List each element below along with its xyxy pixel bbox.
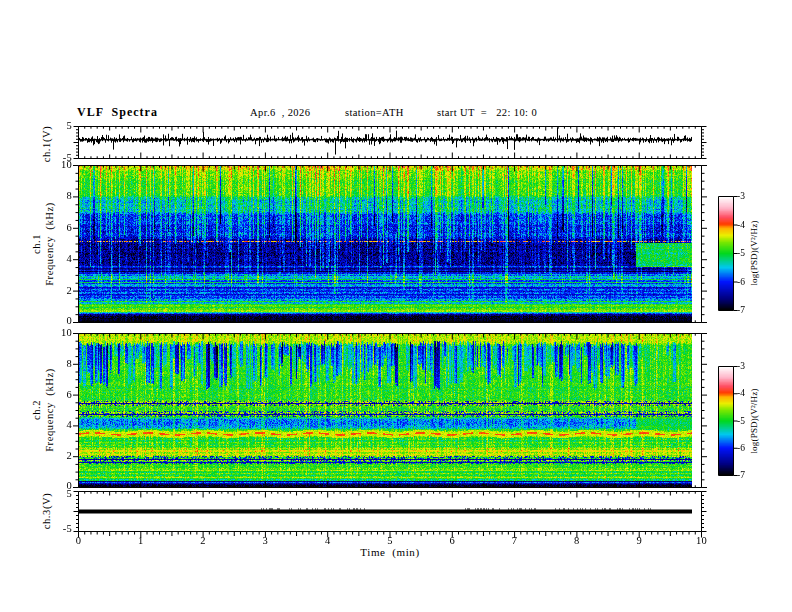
y-tick-label: 0 xyxy=(44,315,72,326)
axes-and-ticks xyxy=(0,0,792,612)
x-tick-label: 9 xyxy=(627,535,651,546)
colorbar2-tick-label: -7 xyxy=(737,470,745,480)
y-tick-label: -5 xyxy=(44,523,72,534)
colorbar1-tick-label: -5 xyxy=(737,248,745,258)
x-tick-label: 10 xyxy=(690,535,714,546)
y-tick-label: 8 xyxy=(44,190,72,201)
x-tick-label: 4 xyxy=(316,535,340,546)
y-tick-label: 5 xyxy=(44,120,72,131)
colorbar1-tick-label: -6 xyxy=(737,277,745,287)
vlf-spectra-figure: VLF Spectra Apr.6 , 2026 station=ATH sta… xyxy=(0,0,792,612)
y-tick-label: 10 xyxy=(44,327,72,338)
colorbar1-tick-label: -7 xyxy=(737,305,745,315)
colorbar2-tick-label: -5 xyxy=(737,416,745,426)
y-tick-label: 4 xyxy=(44,419,72,430)
x-tick-label: 6 xyxy=(440,535,464,546)
y-tick-label: 8 xyxy=(44,358,72,369)
x-tick-label: 8 xyxy=(565,535,589,546)
y-tick-label: 6 xyxy=(44,389,72,400)
y-tick-label: 4 xyxy=(44,253,72,264)
y-tick-label: -5 xyxy=(44,152,72,163)
y-tick-label: 6 xyxy=(44,222,72,233)
colorbar2-tick-label: -4 xyxy=(737,388,745,398)
y-tick-label: 5 xyxy=(44,488,72,499)
x-tick-label: 2 xyxy=(191,535,215,546)
x-tick-label: 0 xyxy=(67,535,91,546)
x-tick-label: 3 xyxy=(253,535,277,546)
y-tick-label: 2 xyxy=(44,450,72,461)
colorbar1-tick-label: -4 xyxy=(737,220,745,230)
tick-marks xyxy=(73,127,738,538)
colorbar2-tick-label: -6 xyxy=(737,443,745,453)
x-tick-label: 7 xyxy=(503,535,527,546)
colorbar2-tick-label: -3 xyxy=(737,361,745,371)
x-tick-label: 5 xyxy=(378,535,402,546)
colorbar1-tick-label: -3 xyxy=(737,191,745,201)
x-tick-label: 1 xyxy=(129,535,153,546)
y-tick-label: 2 xyxy=(44,285,72,296)
